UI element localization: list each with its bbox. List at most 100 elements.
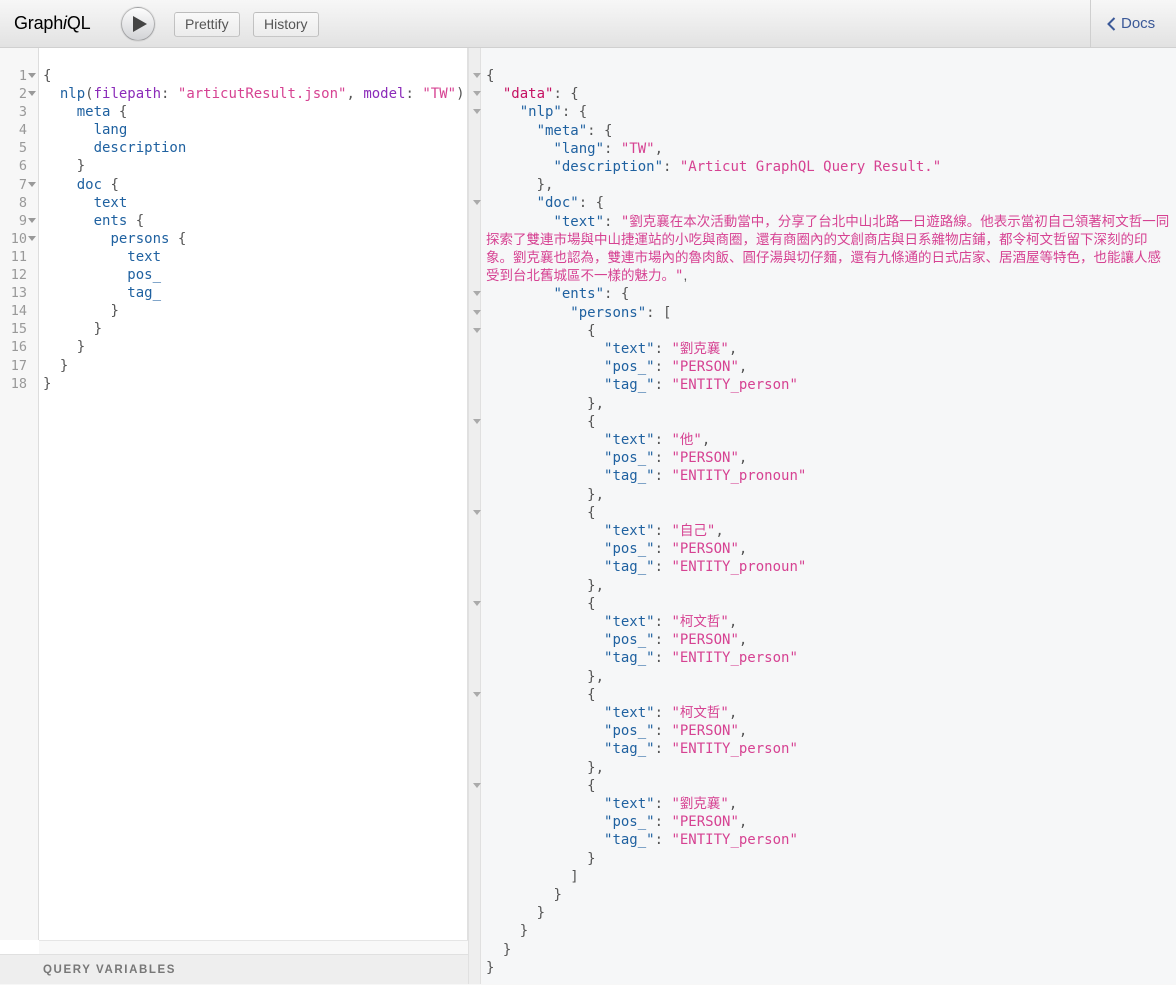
- result-line: }: [519, 923, 529, 940]
- fold-arrow-icon[interactable]: [28, 217, 36, 223]
- result-line: {: [587, 595, 596, 612]
- result-line: {: [587, 504, 596, 521]
- pane-divider[interactable]: [468, 48, 481, 984]
- query-line-text: text: [127, 248, 162, 265]
- fold-arrow-icon[interactable]: [473, 600, 481, 606]
- result-line: "pos_": "PERSON",: [604, 723, 748, 740]
- query-line[interactable]: 18}: [0, 375, 468, 393]
- query-line-text: pos_: [127, 267, 162, 284]
- chevron-left-icon: [1107, 16, 1116, 31]
- result-line: "text": "劉克襄",: [604, 796, 738, 812]
- play-icon: [133, 16, 147, 32]
- result-line: "text": "自己",: [604, 523, 724, 539]
- query-line-text: ents {: [93, 212, 145, 229]
- fold-arrow-icon[interactable]: [473, 327, 481, 333]
- result-line: "tag_": "ENTITY_person": [604, 377, 798, 394]
- fold-arrow-icon[interactable]: [28, 73, 36, 78]
- query-line-text: description: [93, 140, 187, 157]
- query-line[interactable]: 5 description: [0, 139, 468, 157]
- fold-arrow-icon[interactable]: [473, 691, 481, 697]
- result-line: "ents": {: [553, 286, 630, 303]
- query-variables-toggle[interactable]: QUERY VARIABLES: [0, 954, 468, 984]
- result-line: }: [536, 905, 546, 922]
- line-number: 4: [18, 122, 27, 139]
- fold-arrow-icon[interactable]: [473, 509, 481, 515]
- docs-button[interactable]: Docs: [1107, 15, 1155, 32]
- query-line[interactable]: 7 doc {: [0, 176, 468, 194]
- line-number: 17: [10, 357, 27, 374]
- line-number: 11: [10, 248, 27, 265]
- fold-arrow-icon[interactable]: [473, 91, 481, 97]
- fold-arrow-icon[interactable]: [473, 200, 481, 206]
- fold-arrow-icon[interactable]: [473, 782, 481, 788]
- line-number: 14: [10, 303, 27, 320]
- result-line: },: [587, 395, 605, 412]
- query-line[interactable]: 4 lang: [0, 121, 468, 139]
- result-line: },: [587, 577, 605, 594]
- query-line-text: tag_: [127, 285, 162, 302]
- result-line: {: [486, 68, 495, 84]
- result-line: "text": "柯文哲",: [604, 705, 738, 721]
- result-line: ]: [570, 868, 579, 885]
- query-line-text: }: [110, 303, 119, 320]
- line-number: 9: [18, 212, 27, 229]
- logo-text-prefix: Graph: [14, 13, 64, 33]
- query-line[interactable]: 14 }: [0, 302, 468, 320]
- result-line: "tag_": "ENTITY_pronoun": [604, 559, 807, 576]
- result-line: "description": "Articut GraphQL Query Re…: [553, 159, 942, 175]
- line-number: 12: [10, 267, 27, 284]
- result-line: },: [587, 759, 605, 776]
- history-button[interactable]: History: [253, 12, 319, 37]
- query-line-text: }: [43, 375, 52, 392]
- result-line: "pos_": "PERSON",: [604, 359, 748, 376]
- fold-arrow-icon[interactable]: [28, 91, 36, 97]
- top-toolbar: GraphiQL Prettify History Docs: [0, 0, 1176, 48]
- result-line: {: [587, 322, 596, 339]
- fold-arrow-icon[interactable]: [473, 109, 481, 115]
- query-line[interactable]: 2 nlp(filepath: "articutResult.json", mo…: [0, 85, 482, 103]
- query-line[interactable]: 16 }: [0, 338, 468, 356]
- fold-arrow-icon[interactable]: [473, 309, 481, 315]
- fold-arrow-icon[interactable]: [28, 235, 36, 241]
- query-line[interactable]: 17 }: [0, 357, 468, 375]
- line-number: 2: [18, 86, 27, 103]
- result-line: "tag_": "ENTITY_person": [604, 650, 798, 667]
- query-line[interactable]: 10 persons {: [0, 230, 468, 248]
- query-editor[interactable]: 1{2 nlp(filepath: "articutResult.json", …: [0, 48, 482, 984]
- line-number: 5: [18, 140, 27, 157]
- line-number: 3: [18, 104, 27, 121]
- query-line[interactable]: 3 meta {: [0, 103, 468, 121]
- result-line: {: [587, 413, 596, 430]
- query-line[interactable]: 15 }: [0, 320, 468, 338]
- fold-arrow-icon[interactable]: [473, 418, 481, 424]
- result-line: "text": "他",: [604, 432, 711, 448]
- query-line-text: nlp(filepath: "articutResult.json", mode…: [59, 86, 482, 103]
- query-line[interactable]: 13 tag_: [0, 284, 468, 302]
- result-line: "tag_": "ENTITY_person": [604, 741, 798, 758]
- result-line: }: [587, 850, 596, 867]
- query-line[interactable]: 11 text: [0, 248, 468, 266]
- query-code-lines[interactable]: 1{2 nlp(filepath: "articutResult.json", …: [0, 67, 482, 393]
- query-line-text: }: [76, 339, 86, 356]
- query-line[interactable]: 12 pos_: [0, 266, 468, 284]
- docs-label: Docs: [1121, 15, 1156, 32]
- query-line[interactable]: 9 ents {: [0, 212, 468, 230]
- fold-arrow-icon[interactable]: [28, 181, 36, 187]
- app-logo: GraphiQL: [14, 13, 91, 34]
- line-number: 13: [10, 285, 27, 302]
- result-line: },: [587, 486, 605, 503]
- fold-arrow-icon[interactable]: [473, 73, 481, 78]
- query-line[interactable]: 8 text: [0, 194, 468, 212]
- result-line: "text": "柯文哲",: [604, 614, 738, 630]
- fold-arrow-icon[interactable]: [473, 291, 481, 297]
- editor-resize-handle[interactable]: [39, 940, 468, 954]
- query-line-text: text: [93, 194, 128, 211]
- result-line: "pos_": "PERSON",: [604, 541, 748, 558]
- query-line[interactable]: 6 }: [0, 157, 468, 175]
- docs-panel-toggle-area: Docs: [1090, 0, 1176, 48]
- result-line: "lang": "TW",: [553, 140, 664, 157]
- query-line[interactable]: 1{: [0, 67, 468, 85]
- result-line: "persons": [: [570, 304, 672, 321]
- execute-query-button[interactable]: [121, 7, 155, 41]
- prettify-button[interactable]: Prettify: [174, 12, 240, 37]
